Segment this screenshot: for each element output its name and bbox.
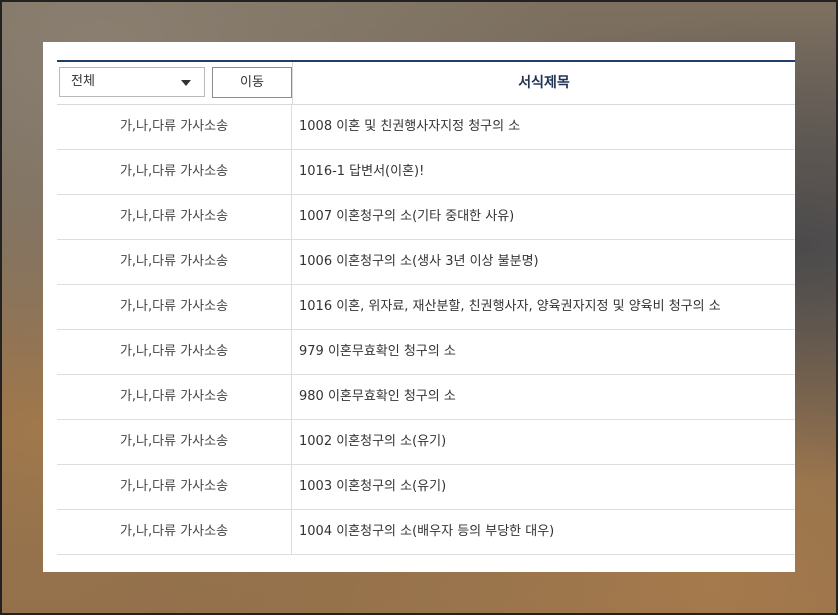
row-category: 가,나,다류 가사소송 — [57, 330, 292, 374]
row-title-link[interactable]: 1002 이혼청구의 소(유기) — [299, 420, 795, 464]
table-row[interactable]: 가,나,다류 가사소송 1016 이혼, 위자료, 재산분할, 친권행사자, 양육… — [57, 285, 795, 330]
table-row[interactable]: 가,나,다류 가사소송 979 이혼무효확인 청구의 소 — [57, 330, 795, 375]
row-title-link[interactable]: 1004 이혼청구의 소(배우자 등의 부당한 대우) — [299, 510, 795, 554]
row-category: 가,나,다류 가사소송 — [57, 150, 292, 194]
row-category: 가,나,다류 가사소송 — [57, 285, 292, 329]
row-title-link[interactable]: 979 이혼무효확인 청구의 소 — [299, 330, 795, 374]
move-button[interactable]: 이동 — [212, 67, 292, 98]
row-title-link[interactable]: 1003 이혼청구의 소(유기) — [299, 465, 795, 509]
table-row[interactable]: 가,나,다류 가사소송 1006 이혼청구의 소(생사 3년 이상 불분명) — [57, 240, 795, 285]
title-column-header: 서식제목 — [518, 75, 570, 91]
row-category: 가,나,다류 가사소송 — [57, 375, 292, 419]
row-title-link[interactable]: 1016-1 답변서(이혼)! — [299, 150, 795, 194]
table-row[interactable]: 가,나,다류 가사소송 1007 이혼청구의 소(기타 중대한 사유) — [57, 195, 795, 240]
table-row[interactable]: 가,나,다류 가사소송 980 이혼무효확인 청구의 소 — [57, 375, 795, 420]
form-list: 가,나,다류 가사소송 1008 이혼 및 친권행사자지정 청구의 소 가,나,다류… — [57, 105, 795, 555]
table-row[interactable]: 가,나,다류 가사소송 1002 이혼청구의 소(유기) — [57, 420, 795, 465]
row-title-link[interactable]: 1006 이혼청구의 소(생사 3년 이상 불분명) — [299, 240, 795, 284]
row-title-link[interactable]: 1016 이혼, 위자료, 재산분할, 친권행사자, 양육권자지정 및 양육비 … — [299, 285, 795, 329]
category-select[interactable]: 전체 — [59, 67, 205, 97]
row-category: 가,나,다류 가사소송 — [57, 240, 292, 284]
row-title-link[interactable]: 1007 이혼청구의 소(기타 중대한 사유) — [299, 195, 795, 239]
table-row[interactable]: 가,나,다류 가사소송 1016-1 답변서(이혼)! — [57, 150, 795, 195]
category-select-value: 전체 — [71, 74, 95, 89]
row-category: 가,나,다류 가사소송 — [57, 420, 292, 464]
row-category: 가,나,다류 가사소송 — [57, 465, 292, 509]
table-row[interactable]: 가,나,다류 가사소송 1008 이혼 및 친권행사자지정 청구의 소 — [57, 105, 795, 150]
row-title-link[interactable]: 980 이혼무효확인 청구의 소 — [299, 375, 795, 419]
table-header-row: 전체 이동 서식제목 — [57, 62, 795, 105]
table-row[interactable]: 가,나,다류 가사소송 1003 이혼청구의 소(유기) — [57, 465, 795, 510]
row-category: 가,나,다류 가사소송 — [57, 510, 292, 554]
row-title-link[interactable]: 1008 이혼 및 친권행사자지정 청구의 소 — [299, 105, 795, 149]
row-category: 가,나,다류 가사소송 — [57, 195, 292, 239]
form-list-panel: 전체 이동 서식제목 가,나,다류 가사소송 1008 이혼 및 친권행사자지정 … — [43, 42, 795, 572]
table-row[interactable]: 가,나,다류 가사소송 1004 이혼청구의 소(배우자 등의 부당한 대우) — [57, 510, 795, 555]
dropdown-arrow-icon — [181, 80, 191, 86]
row-category: 가,나,다류 가사소송 — [57, 105, 292, 149]
